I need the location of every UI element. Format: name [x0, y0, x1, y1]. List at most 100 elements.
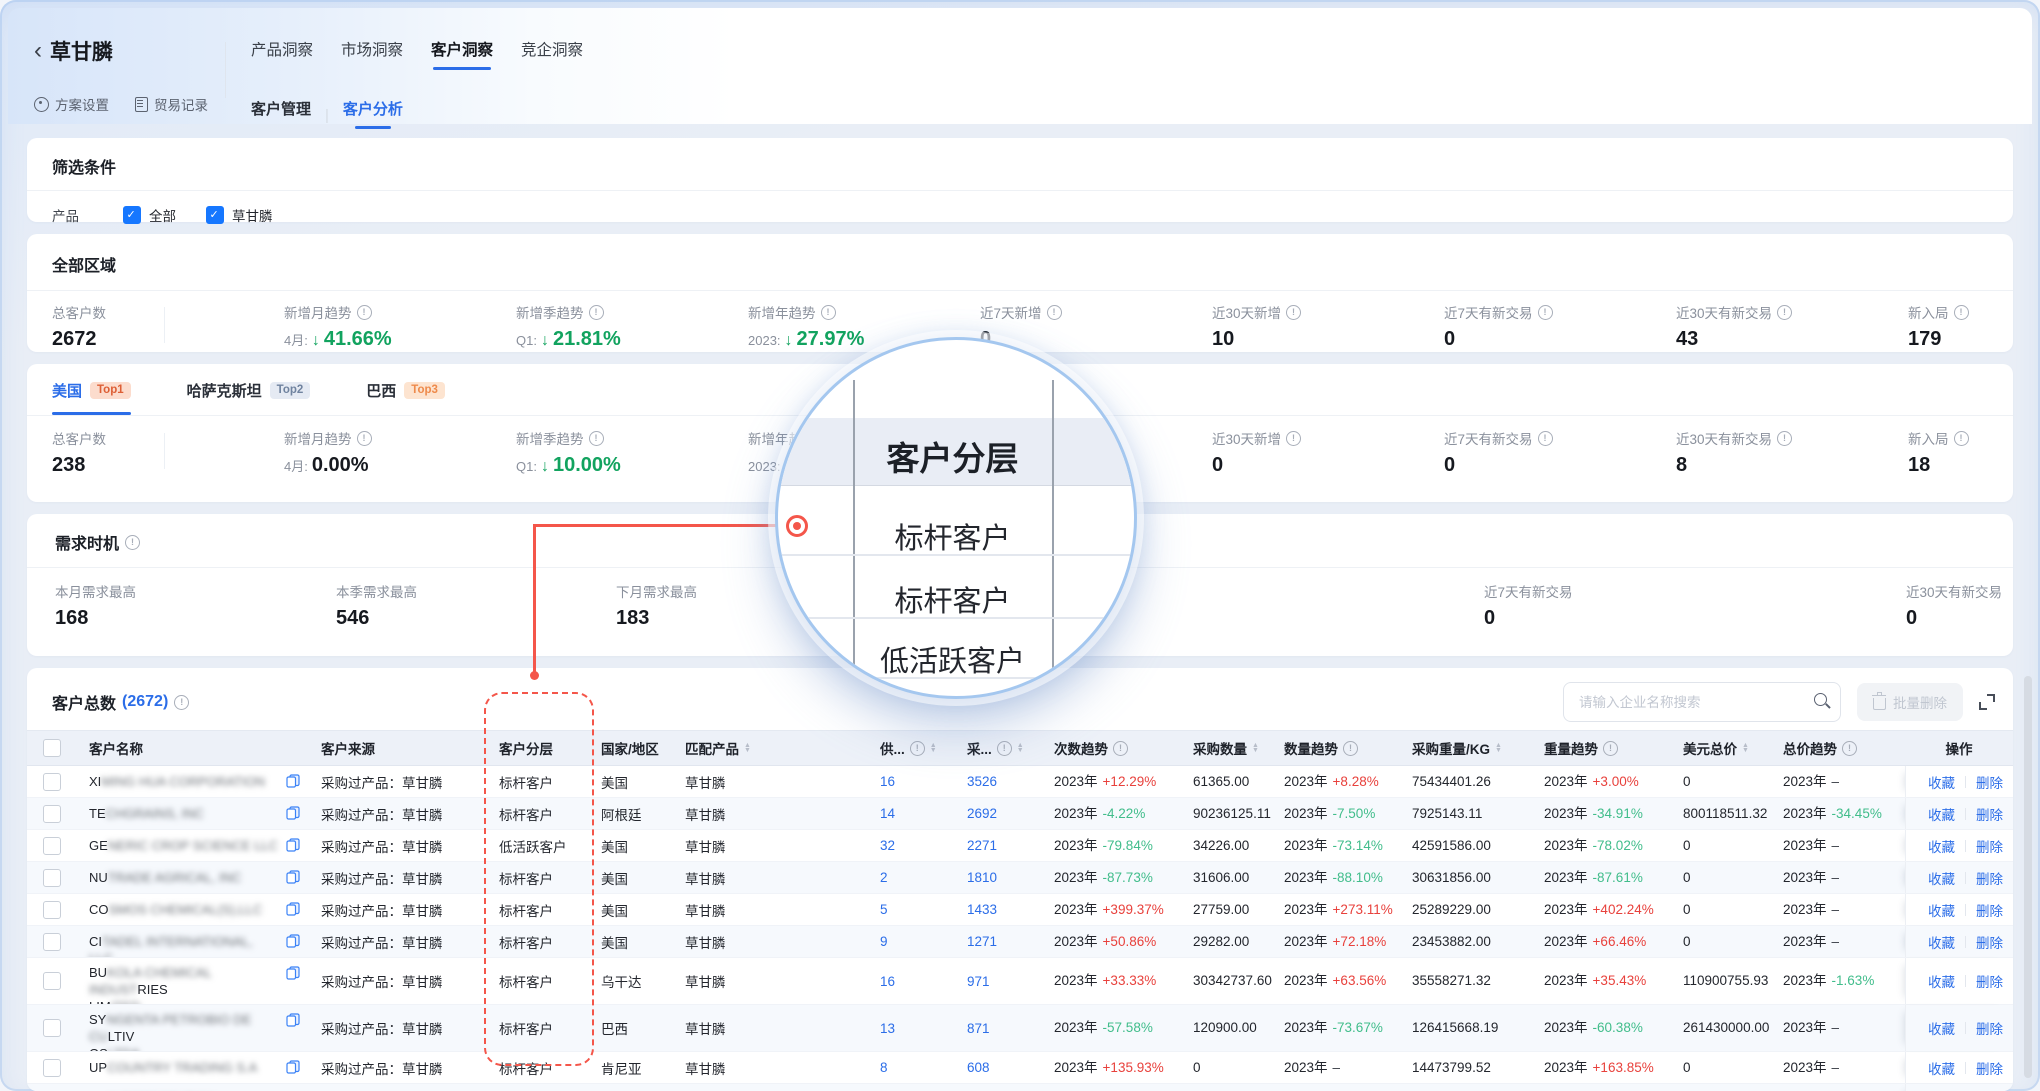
info-icon[interactable]: !: [1343, 741, 1358, 756]
info-icon[interactable]: !: [910, 741, 925, 756]
sort-icon[interactable]: ▲▼: [1252, 744, 1259, 753]
delete-link[interactable]: 删除: [1976, 1058, 2003, 1078]
trade-records-link[interactable]: 贸易记录: [135, 94, 208, 114]
sort-icon[interactable]: ▲▼: [1017, 744, 1024, 753]
row-checkbox[interactable]: [43, 773, 61, 791]
subtab-1[interactable]: 客户分析: [343, 98, 403, 133]
favorite-link[interactable]: 收藏: [1928, 900, 1955, 920]
supplier-count-link[interactable]: 13: [868, 1005, 955, 1051]
purchase-count-link[interactable]: 871: [955, 1005, 1042, 1051]
delete-link[interactable]: 删除: [1976, 900, 2003, 920]
info-icon[interactable]: !: [589, 305, 604, 320]
copy-icon[interactable]: [286, 1060, 300, 1078]
copy-icon[interactable]: [286, 806, 300, 824]
country-tab-2[interactable]: 巴西Top3: [366, 380, 445, 415]
row-checkbox[interactable]: [43, 837, 61, 855]
favorite-link[interactable]: 收藏: [1928, 804, 1955, 824]
tab-0[interactable]: 产品洞察: [251, 38, 313, 76]
supplier-count-link[interactable]: 9: [868, 926, 955, 957]
info-icon[interactable]: !: [357, 305, 372, 320]
row-checkbox[interactable]: [43, 805, 61, 823]
info-icon[interactable]: !: [174, 695, 189, 710]
purchase-count-link[interactable]: 1810: [955, 862, 1042, 893]
tab-2[interactable]: 客户洞察: [431, 38, 493, 76]
supplier-count-link[interactable]: 14: [868, 798, 955, 829]
tab-3[interactable]: 竞企洞察: [521, 38, 583, 76]
favorite-link[interactable]: 收藏: [1928, 1058, 1955, 1078]
sort-icon[interactable]: ▲▼: [1742, 744, 1749, 753]
copy-icon[interactable]: [286, 838, 300, 856]
favorite-link[interactable]: 收藏: [1928, 971, 1955, 991]
info-icon[interactable]: !: [1777, 431, 1792, 446]
purchase-count-link[interactable]: 971: [955, 958, 1042, 1004]
row-checkbox[interactable]: [43, 972, 61, 990]
favorite-link[interactable]: 收藏: [1928, 836, 1955, 856]
copy-icon[interactable]: [286, 934, 300, 952]
country-tab-0[interactable]: 美国Top1: [52, 380, 131, 415]
delete-link[interactable]: 删除: [1976, 772, 2003, 792]
info-icon[interactable]: !: [821, 305, 836, 320]
filter-option-0[interactable]: 全部: [123, 205, 176, 225]
filter-option-1[interactable]: 草甘膦: [206, 205, 273, 225]
delete-link[interactable]: 删除: [1976, 804, 2003, 824]
favorite-link[interactable]: 收藏: [1928, 868, 1955, 888]
supplier-count-link[interactable]: 16: [868, 766, 955, 797]
country-tab-1[interactable]: 哈萨克斯坦Top2: [187, 380, 311, 415]
copy-icon[interactable]: [286, 870, 300, 888]
purchase-count-link[interactable]: 608: [955, 1052, 1042, 1083]
info-icon[interactable]: !: [1538, 431, 1553, 446]
purchase-count-link[interactable]: 2271: [955, 830, 1042, 861]
supplier-count-link[interactable]: 12: [868, 1084, 955, 1091]
supplier-count-link[interactable]: 8: [868, 1052, 955, 1083]
sort-icon[interactable]: ▲▼: [1495, 744, 1502, 753]
favorite-link[interactable]: 收藏: [1928, 1018, 1955, 1038]
row-checkbox[interactable]: [43, 933, 61, 951]
company-search-input[interactable]: [1577, 684, 1806, 720]
info-icon[interactable]: !: [1954, 431, 1969, 446]
delete-link[interactable]: 删除: [1976, 868, 2003, 888]
supplier-count-link[interactable]: 16: [868, 958, 955, 1004]
copy-icon[interactable]: [286, 774, 300, 792]
supplier-count-link[interactable]: 2: [868, 862, 955, 893]
sort-icon[interactable]: ▲▼: [930, 744, 937, 753]
info-icon[interactable]: !: [125, 535, 140, 550]
info-icon[interactable]: !: [589, 431, 604, 446]
purchase-count-link[interactable]: 1433: [955, 894, 1042, 925]
info-icon[interactable]: !: [357, 431, 372, 446]
info-icon[interactable]: !: [1538, 305, 1553, 320]
checkbox[interactable]: [206, 206, 224, 224]
vertical-scrollbar[interactable]: [2024, 676, 2032, 1078]
info-icon[interactable]: !: [1777, 305, 1792, 320]
sort-icon[interactable]: ▲▼: [744, 744, 751, 753]
purchase-count-link[interactable]: 2692: [955, 798, 1042, 829]
purchase-count-link[interactable]: 1271: [955, 926, 1042, 957]
row-checkbox[interactable]: [43, 1059, 61, 1077]
purchase-count-link[interactable]: 572: [955, 1084, 1042, 1091]
copy-icon[interactable]: [286, 902, 300, 920]
fullscreen-icon[interactable]: [1979, 694, 1995, 710]
info-icon[interactable]: !: [1286, 431, 1301, 446]
copy-icon[interactable]: [286, 1013, 300, 1031]
tab-1[interactable]: 市场洞察: [341, 38, 403, 76]
delete-link[interactable]: 删除: [1976, 932, 2003, 952]
info-icon[interactable]: !: [1113, 741, 1128, 756]
info-icon[interactable]: !: [1047, 305, 1062, 320]
info-icon[interactable]: !: [997, 741, 1012, 756]
delete-link[interactable]: 删除: [1976, 971, 2003, 991]
info-icon[interactable]: !: [1603, 741, 1618, 756]
delete-link[interactable]: 删除: [1976, 1018, 2003, 1038]
info-icon[interactable]: !: [1842, 741, 1857, 756]
supplier-count-link[interactable]: 32: [868, 830, 955, 861]
info-icon[interactable]: !: [1286, 305, 1301, 320]
info-icon[interactable]: !: [1954, 305, 1969, 320]
row-checkbox[interactable]: [43, 1019, 61, 1037]
subtab-0[interactable]: 客户管理: [251, 98, 311, 133]
select-all-checkbox[interactable]: [43, 739, 61, 757]
checkbox[interactable]: [123, 206, 141, 224]
plan-settings-link[interactable]: 方案设置: [34, 94, 109, 114]
delete-link[interactable]: 删除: [1976, 836, 2003, 856]
batch-delete-button[interactable]: 批量删除: [1857, 683, 1963, 721]
copy-icon[interactable]: [286, 966, 300, 984]
row-checkbox[interactable]: [43, 901, 61, 919]
purchase-count-link[interactable]: 3526: [955, 766, 1042, 797]
